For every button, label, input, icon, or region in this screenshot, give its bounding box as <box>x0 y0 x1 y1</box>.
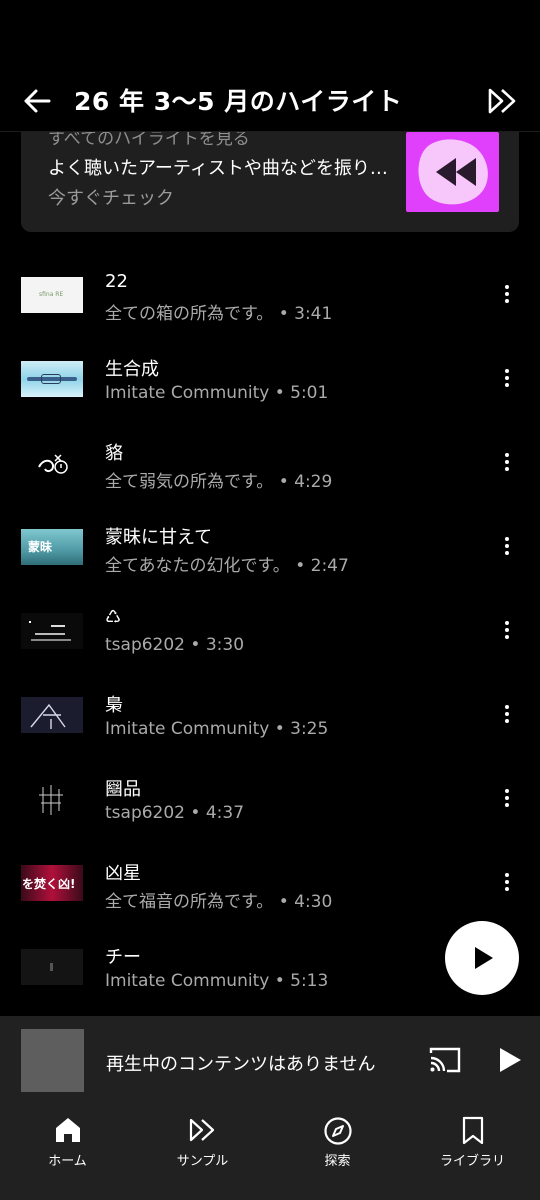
bottom-navigation: ホーム サンプル 探索 ライブラリ <box>0 1104 540 1200</box>
now-playing-text: 再生中のコンテンツはありません <box>106 1054 376 1075</box>
nav-label: ライブラリ <box>439 1154 505 1169</box>
nav-label: 探索 <box>324 1154 351 1169</box>
more-options-button[interactable] <box>497 450 517 476</box>
track-title: 貉 <box>105 443 123 464</box>
track-row[interactable]: を焚く凶! 凶星 全て福音の所為です。 • 4:30 <box>0 842 540 926</box>
back-button[interactable] <box>20 84 54 118</box>
nav-item-explore[interactable]: 探索 <box>270 1104 405 1200</box>
track-thumbnail <box>21 361 83 397</box>
track-thumbnail: 蒙昧 <box>21 529 83 565</box>
mini-player-artwork <box>21 1029 84 1092</box>
track-thumbnail <box>21 781 83 817</box>
track-row[interactable]: 蒙昧 蒙昧に甘えて 全てあなたの幻化です。 • 2:47 <box>0 506 540 590</box>
play-icon <box>475 947 493 969</box>
bookmark-icon <box>462 1116 483 1145</box>
track-row[interactable]: 圝品 tsap6202 • 4:37 <box>0 758 540 842</box>
more-options-button[interactable] <box>497 282 517 308</box>
nav-label: ホーム <box>48 1154 87 1169</box>
home-icon <box>55 1118 80 1142</box>
track-row[interactable]: 生合成 Imitate Community • 5:01 <box>0 338 540 422</box>
track-row[interactable]: 貉 全て弱気の所為です。 • 4:29 <box>0 422 540 506</box>
track-subtitle: 全て福音の所為です。 • 4:30 <box>105 892 333 912</box>
track-title: ♺ <box>105 607 122 628</box>
thumbnail-caption: 蒙昧 <box>28 540 53 554</box>
track-row[interactable]: 梟 Imitate Community • 3:25 <box>0 674 540 758</box>
track-title: 生合成 <box>105 359 159 380</box>
track-title: 22 <box>105 271 128 292</box>
samples-icon <box>189 1118 214 1142</box>
track-list: sfina RE 22 全ての箱の所為です。 • 3:41 生合成 Imitat… <box>0 254 540 1010</box>
more-options-button[interactable] <box>497 618 517 644</box>
track-subtitle: Imitate Community • 3:25 <box>105 719 329 739</box>
more-options-button[interactable] <box>497 870 517 896</box>
track-subtitle: Imitate Community • 5:01 <box>105 383 329 403</box>
arrow-left-icon <box>24 89 51 113</box>
track-title: 凶星 <box>105 863 141 884</box>
card-artwork <box>406 132 499 212</box>
more-options-button[interactable] <box>497 702 517 728</box>
play-icon <box>500 1048 521 1072</box>
more-options-button[interactable] <box>497 786 517 812</box>
card-cta: 今すぐチェック <box>48 188 174 209</box>
rewind-icon <box>418 139 488 205</box>
track-thumbnail: sfina RE <box>21 277 83 313</box>
more-options-button[interactable] <box>497 534 517 560</box>
top-app-bar: 26 年 3〜5 月のハイライト <box>0 0 540 132</box>
track-row[interactable]: sfina RE 22 全ての箱の所為です。 • 3:41 <box>0 254 540 338</box>
nav-label: サンプル <box>176 1154 229 1169</box>
play-all-button[interactable] <box>445 921 519 995</box>
track-subtitle: 全て弱気の所為です。 • 4:29 <box>105 472 333 492</box>
compass-icon <box>323 1117 352 1145</box>
fast-forward-icon <box>488 88 516 114</box>
more-options-button[interactable] <box>497 366 517 392</box>
cast-icon <box>429 1047 461 1073</box>
track-title: 圝品 <box>105 779 141 800</box>
track-subtitle: 全てあなたの幻化です。 • 2:47 <box>105 556 349 576</box>
track-subtitle: Imitate Community • 5:13 <box>105 971 329 991</box>
nav-item-samples[interactable]: サンプル <box>135 1104 270 1200</box>
track-title: チー <box>105 947 141 968</box>
nav-item-library[interactable]: ライブラリ <box>405 1104 540 1200</box>
track-thumbnail: を焚く凶! <box>21 865 83 901</box>
mini-player[interactable]: 再生中のコンテンツはありません <box>0 1016 540 1104</box>
track-thumbnail <box>21 613 83 649</box>
track-title: 蒙昧に甘えて <box>105 527 213 548</box>
track-subtitle: tsap6202 • 3:30 <box>105 635 245 655</box>
track-subtitle: 全ての箱の所為です。 • 3:41 <box>105 304 333 324</box>
track-subtitle: tsap6202 • 4:37 <box>105 803 245 823</box>
thumbnail-caption: を焚く凶! <box>22 877 76 891</box>
page-title: 26 年 3〜5 月のハイライト <box>74 87 403 116</box>
track-title: 梟 <box>105 695 123 716</box>
track-thumbnail <box>21 697 83 733</box>
mini-play-button[interactable] <box>496 1047 522 1073</box>
cast-button[interactable] <box>428 1045 462 1075</box>
nav-item-home[interactable]: ホーム <box>0 1104 135 1200</box>
track-thumbnail <box>21 445 83 481</box>
thumbnail-caption: sfina RE <box>39 291 64 298</box>
track-thumbnail <box>21 949 83 985</box>
track-row[interactable]: ♺ tsap6202 • 3:30 <box>0 590 540 674</box>
card-description: よく聴いたアーティストや曲などを振り返る <box>48 158 394 179</box>
samples-shortcut-button[interactable] <box>486 86 520 116</box>
